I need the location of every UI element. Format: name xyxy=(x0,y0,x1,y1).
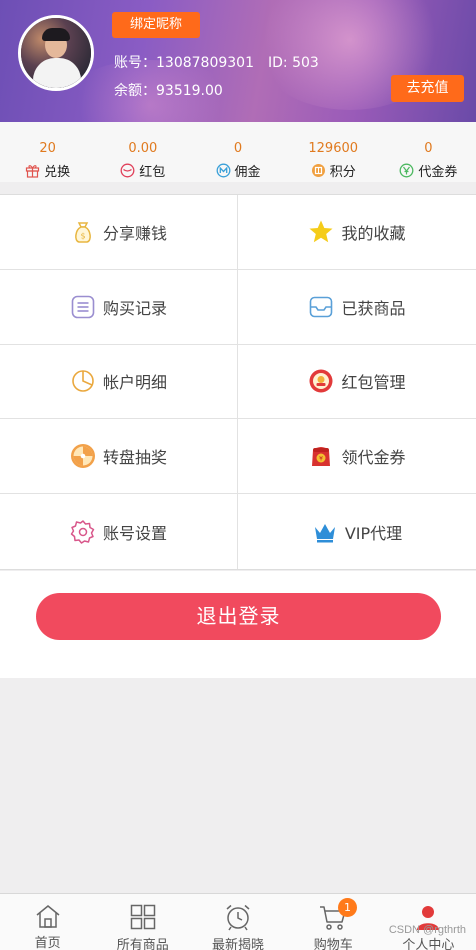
tab-home[interactable]: 首页 xyxy=(0,894,95,950)
watermark: CSDN @rgthrth xyxy=(388,924,466,936)
menu-label: 账号设置 xyxy=(102,523,167,543)
menu-label: 帐户明细 xyxy=(102,373,167,393)
id-value: 503 xyxy=(292,55,319,71)
tab-all-products[interactable]: 所有商品 xyxy=(95,894,190,950)
balance-label: 余额： xyxy=(114,83,156,99)
stat-label: 代金券 xyxy=(418,165,458,180)
red-packet-icon xyxy=(120,163,135,178)
recharge-button[interactable]: 去充值 xyxy=(391,75,464,102)
tab-label: 首页 xyxy=(34,936,61,950)
menu-vip-agent[interactable]: VIP代理 xyxy=(238,494,476,569)
crown-icon xyxy=(312,519,338,545)
menu-label: 我的收藏 xyxy=(341,223,406,243)
tab-label: 购物车 xyxy=(313,938,353,950)
stat-value: 0.00 xyxy=(128,141,158,156)
stat-value: 20 xyxy=(39,141,56,156)
gear-icon xyxy=(70,519,96,545)
menu-grid: $ 分享赚钱 我的收藏 购买记录 已获商品 帐户明细 红包管理 转盘抽奖 ¥ 领… xyxy=(0,194,476,570)
menu-account-details[interactable]: 帐户明细 xyxy=(0,344,238,420)
bottom-tab-bar: 首页 所有商品 最新揭晓 购物车 个人中心 xyxy=(0,893,476,950)
alarm-clock-icon xyxy=(223,903,253,931)
id-label: ID: xyxy=(267,55,288,71)
svg-text:¥: ¥ xyxy=(320,456,324,463)
tab-label: 个人中心 xyxy=(402,938,455,950)
home-icon xyxy=(33,903,63,929)
star-icon xyxy=(308,219,334,245)
menu-favorites[interactable]: 我的收藏 xyxy=(238,195,476,270)
balance-info: 余额：93519.00 xyxy=(114,80,223,100)
wheel-icon xyxy=(70,443,96,469)
svg-text:$: $ xyxy=(80,231,85,240)
avatar[interactable] xyxy=(18,15,94,91)
menu-account-settings[interactable]: 账号设置 xyxy=(0,494,238,569)
menu-share-earn[interactable]: $ 分享赚钱 xyxy=(0,195,238,270)
stat-points[interactable]: 129600 积分 xyxy=(286,122,381,182)
red-packet-icon xyxy=(308,368,334,394)
tab-personal-center[interactable]: 个人中心 xyxy=(381,894,476,950)
cart-badge: 1 xyxy=(338,898,357,917)
profile-header: 绑定昵称 账号：13087809301 ID: 503 余额：93519.00 去… xyxy=(0,0,476,122)
list-icon xyxy=(70,294,96,320)
stat-value: 0 xyxy=(424,141,433,156)
menu-label: 领代金券 xyxy=(341,448,406,468)
stat-value: 129600 xyxy=(308,141,359,156)
bind-nickname-button[interactable]: 绑定昵称 xyxy=(112,12,200,38)
stat-exchange[interactable]: 20 兑换 xyxy=(0,122,95,182)
points-icon xyxy=(311,163,326,178)
menu-lucky-wheel[interactable]: 转盘抽奖 xyxy=(0,419,238,495)
account-label: 账号： xyxy=(114,55,156,71)
stat-commission[interactable]: 0 佣金 xyxy=(190,122,285,182)
tab-cart[interactable]: 购物车 xyxy=(286,894,381,950)
inbox-icon xyxy=(308,294,334,320)
account-info: 账号：13087809301 ID: 503 xyxy=(114,52,319,72)
commission-icon xyxy=(216,163,231,178)
balance-value: 93519.00 xyxy=(156,83,223,99)
menu-label: VIP代理 xyxy=(344,523,403,543)
menu-purchase-history[interactable]: 购买记录 xyxy=(0,269,238,345)
account-value: 13087809301 xyxy=(156,55,254,71)
menu-label: 分享赚钱 xyxy=(102,223,167,243)
menu-get-coupon[interactable]: ¥ 领代金券 xyxy=(238,419,476,495)
menu-obtained-items[interactable]: 已获商品 xyxy=(238,269,476,345)
tab-label: 最新揭晓 xyxy=(212,938,265,950)
logout-area: 退出登录 xyxy=(0,571,476,678)
tab-label: 所有商品 xyxy=(116,938,169,950)
coupon-icon: ¥ xyxy=(308,443,334,469)
menu-label: 转盘抽奖 xyxy=(102,448,167,468)
stat-label: 积分 xyxy=(329,165,356,180)
menu-label: 购买记录 xyxy=(102,298,167,318)
stat-label: 兑换 xyxy=(44,165,71,180)
stat-label: 红包 xyxy=(139,165,166,180)
stat-label: 佣金 xyxy=(234,165,261,180)
tab-latest-draw[interactable]: 最新揭晓 xyxy=(190,894,285,950)
menu-label: 红包管理 xyxy=(341,373,406,393)
pie-chart-icon xyxy=(70,368,96,394)
menu-label: 已获商品 xyxy=(341,298,406,318)
menu-red-packet-manage[interactable]: 红包管理 xyxy=(238,344,476,420)
stats-bar: 20 兑换 0.00 红包 0 佣金 129600 积分 0 代金券 xyxy=(0,122,476,182)
stat-voucher[interactable]: 0 代金券 xyxy=(381,122,476,182)
grid-icon xyxy=(128,903,158,931)
gift-icon xyxy=(25,163,40,178)
stat-red-packet[interactable]: 0.00 红包 xyxy=(95,122,190,182)
money-bag-icon: $ xyxy=(70,219,96,245)
stat-value: 0 xyxy=(233,141,243,156)
voucher-icon xyxy=(399,163,414,178)
logout-button[interactable]: 退出登录 xyxy=(36,593,441,640)
